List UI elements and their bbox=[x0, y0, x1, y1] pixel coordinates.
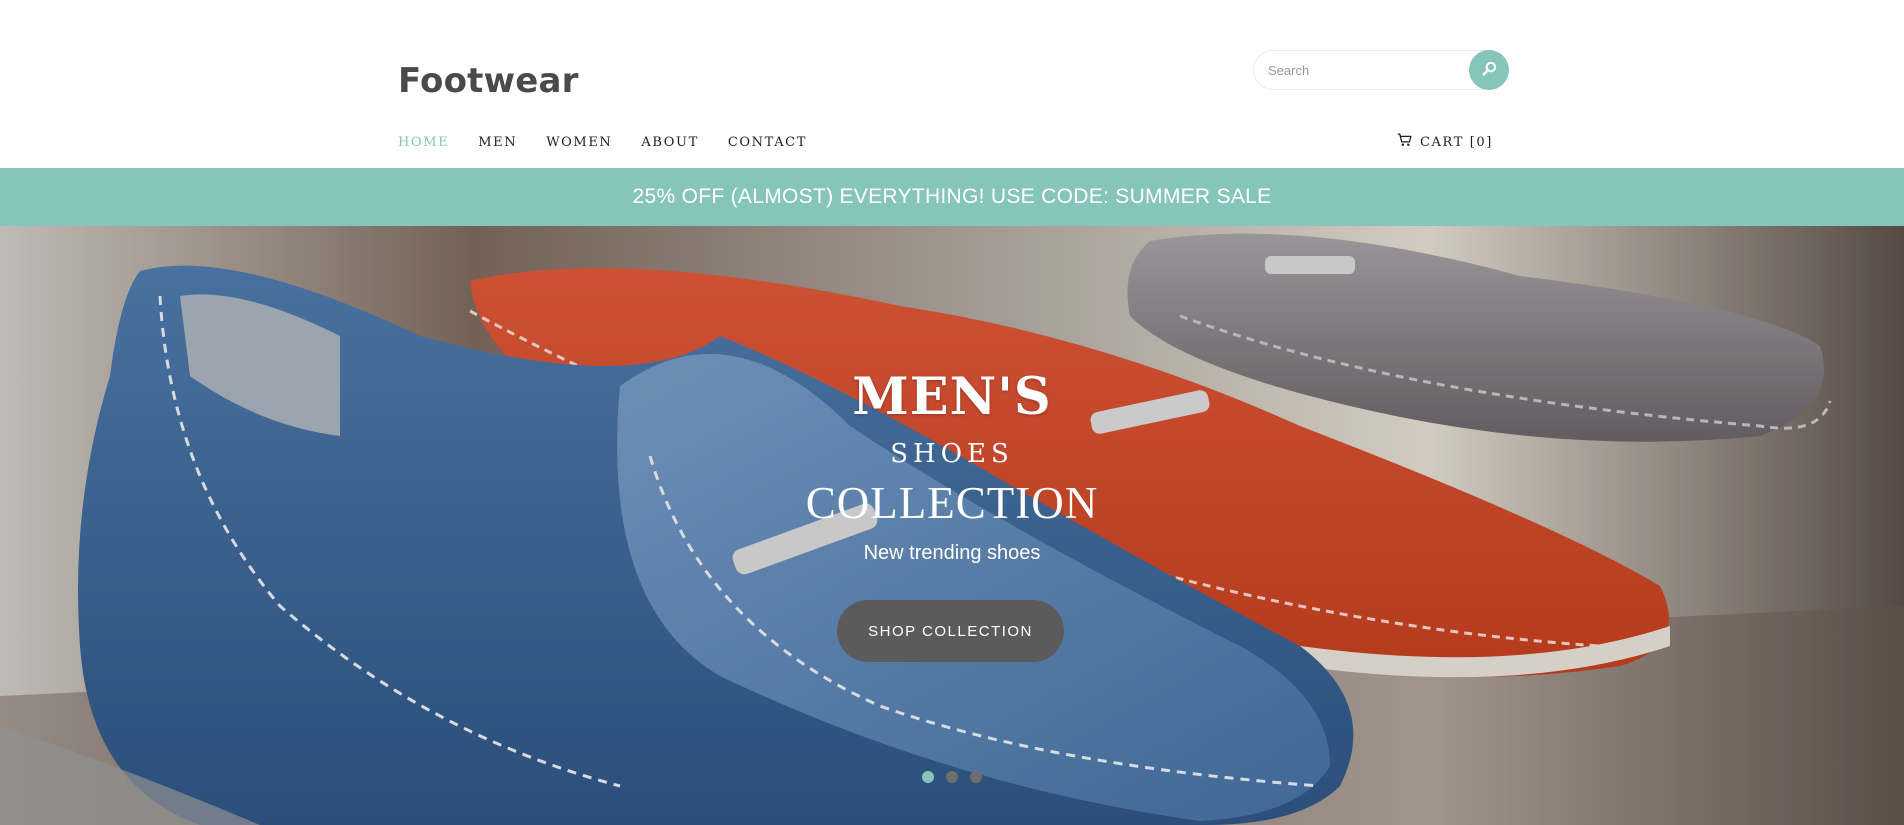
cart-label: CART [0] bbox=[1420, 135, 1493, 150]
nav-item-about[interactable]: ABOUT bbox=[641, 134, 698, 152]
site-header: Footwear HOME MEN WOMEN ABOUT CONTACT bbox=[0, 0, 1904, 168]
main-nav: HOME MEN WOMEN ABOUT CONTACT bbox=[398, 134, 836, 152]
hero-tagline: New trending shoes bbox=[863, 542, 1041, 564]
shop-collection-button[interactable]: SHOP COLLECTION bbox=[837, 600, 1064, 662]
promo-text: 25% OFF (ALMOST) EVERYTHING! USE CODE: S… bbox=[632, 185, 1272, 208]
hero-caption: MEN'S SHOES COLLECTION New trending shoe… bbox=[0, 226, 1904, 825]
search-button[interactable] bbox=[1469, 50, 1509, 90]
search-form bbox=[1253, 50, 1510, 90]
hero-slider: MEN'S SHOES COLLECTION New trending shoe… bbox=[0, 226, 1904, 825]
cart-link[interactable]: CART [0] bbox=[1397, 133, 1493, 153]
hero-title: MEN'S bbox=[852, 367, 1052, 427]
search-icon bbox=[1481, 61, 1497, 79]
hero-subtitle: SHOES bbox=[890, 439, 1014, 469]
slider-dot-3[interactable] bbox=[970, 771, 982, 783]
nav-item-men[interactable]: MEN bbox=[478, 134, 517, 152]
search-input[interactable] bbox=[1253, 50, 1488, 90]
nav-item-women[interactable]: WOMEN bbox=[546, 134, 612, 152]
nav-item-home[interactable]: HOME bbox=[398, 134, 449, 152]
cart-icon bbox=[1397, 133, 1412, 153]
slider-dots bbox=[922, 771, 982, 783]
slider-dot-1[interactable] bbox=[922, 771, 934, 783]
nav-item-contact[interactable]: CONTACT bbox=[728, 134, 807, 152]
slider-dot-2[interactable] bbox=[946, 771, 958, 783]
hero-heading: COLLECTION bbox=[805, 478, 1099, 528]
site-logo[interactable]: Footwear bbox=[398, 58, 579, 104]
promo-banner: 25% OFF (ALMOST) EVERYTHING! USE CODE: S… bbox=[0, 168, 1904, 226]
